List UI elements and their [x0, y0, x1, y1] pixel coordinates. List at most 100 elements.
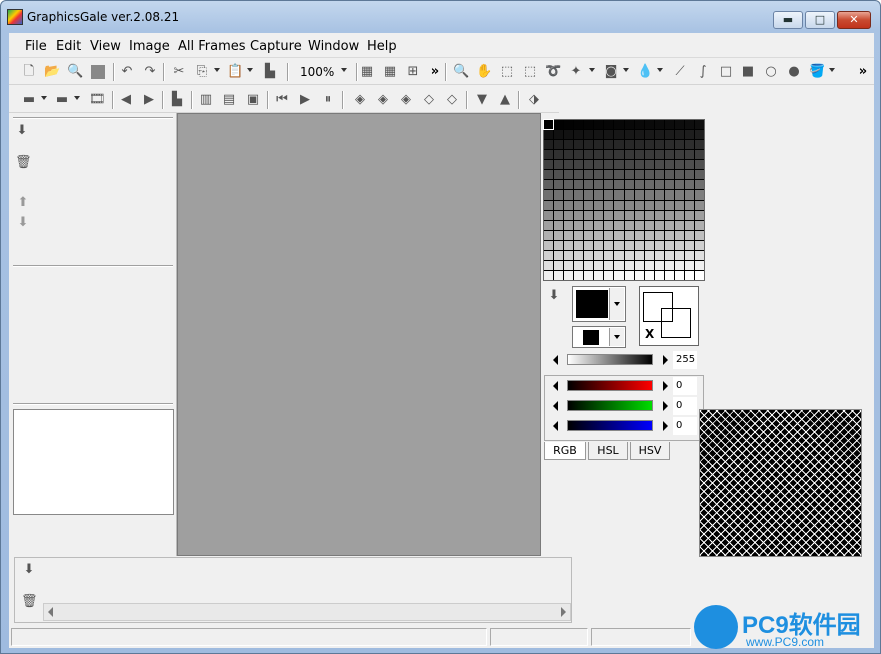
brightness-decrease-arrow[interactable]: [553, 355, 558, 365]
palette-cell[interactable]: [594, 220, 604, 230]
palette-cell[interactable]: [584, 250, 594, 260]
palette-cell[interactable]: [634, 190, 644, 200]
layer-icon[interactable]: ◈: [375, 92, 391, 108]
open-folder-icon[interactable]: 📂: [44, 64, 60, 80]
palette-cell[interactable]: [684, 170, 694, 180]
tab-rgb[interactable]: RGB: [544, 442, 586, 460]
palette-cell[interactable]: [674, 270, 684, 280]
palette-cell[interactable]: [554, 120, 564, 130]
palette-cell[interactable]: [564, 240, 574, 250]
foreground-dropdown-arrow[interactable]: [609, 288, 624, 320]
palette-cell[interactable]: [564, 220, 574, 230]
palette-cell[interactable]: [604, 120, 614, 130]
palette-cell[interactable]: [594, 190, 604, 200]
palette-cell[interactable]: [594, 160, 604, 170]
palette-cell[interactable]: [604, 190, 614, 200]
palette-cell[interactable]: [554, 150, 564, 160]
palette-cell[interactable]: [674, 210, 684, 220]
palette-cell[interactable]: [614, 160, 624, 170]
palette-cell[interactable]: [604, 210, 614, 220]
paste-icon[interactable]: 📋: [227, 64, 243, 80]
palette-cell[interactable]: [554, 260, 564, 270]
palette-cell[interactable]: [604, 240, 614, 250]
pin-icon[interactable]: ⬇: [14, 123, 30, 139]
brightness-increase-arrow[interactable]: [663, 355, 668, 365]
palette-cell[interactable]: [614, 190, 624, 200]
palette-cell[interactable]: [564, 260, 574, 270]
preview-panel[interactable]: [699, 409, 862, 557]
palette-cell[interactable]: [544, 260, 554, 270]
magic-wand-dropdown-arrow[interactable]: [589, 68, 595, 72]
palette-cell[interactable]: [614, 200, 624, 210]
palette-cell[interactable]: [694, 150, 704, 160]
palette-cell[interactable]: [674, 170, 684, 180]
palette-cell[interactable]: [564, 130, 574, 140]
palette-cell[interactable]: [542, 118, 555, 131]
palette-cell[interactable]: [694, 260, 704, 270]
dropper-icon[interactable]: 💧: [637, 64, 653, 80]
palette-cell[interactable]: [564, 200, 574, 210]
rect-select-icon[interactable]: ⬚: [499, 64, 515, 80]
palette-cell[interactable]: [664, 240, 674, 250]
move-down-icon[interactable]: ▼: [474, 92, 490, 108]
red-increase-arrow[interactable]: [663, 381, 668, 391]
palette-cell[interactable]: [614, 270, 624, 280]
add-layer-icon[interactable]: ◈: [352, 92, 368, 108]
palette-cell[interactable]: [694, 130, 704, 140]
green-increase-arrow[interactable]: [663, 401, 668, 411]
layer-thumbnail-box[interactable]: [13, 409, 174, 515]
layer-down-icon[interactable]: ◇: [421, 92, 437, 108]
scroll-right-arrow[interactable]: [561, 607, 566, 617]
palette-cell[interactable]: [554, 220, 564, 230]
tile-grid-icon[interactable]: ⊞: [405, 64, 421, 80]
palette-cell[interactable]: [544, 190, 554, 200]
palette-cell[interactable]: [694, 220, 704, 230]
tab-hsl[interactable]: HSL: [588, 442, 628, 460]
palette-cell[interactable]: [684, 130, 694, 140]
palette-cell[interactable]: [584, 230, 594, 240]
palette-cell[interactable]: [694, 240, 704, 250]
palette-cell[interactable]: [624, 220, 634, 230]
palette-cell[interactable]: [624, 180, 634, 190]
palette-cell[interactable]: [674, 150, 684, 160]
scroll-left-arrow[interactable]: [48, 607, 53, 617]
menu-edit[interactable]: Edit: [56, 39, 81, 54]
fill-select-icon[interactable]: ◙: [603, 64, 619, 80]
move-up-icon[interactable]: ▲: [497, 92, 513, 108]
palette-cell[interactable]: [664, 170, 674, 180]
play-icon[interactable]: ▶: [297, 92, 313, 108]
palette-cell[interactable]: [644, 180, 654, 190]
drawing-canvas[interactable]: [177, 113, 541, 556]
close-button[interactable]: ✕: [837, 11, 871, 29]
palette-cell[interactable]: [554, 230, 564, 240]
palette-cell[interactable]: [544, 160, 554, 170]
foreground-color-select[interactable]: [572, 286, 626, 322]
palette-cell[interactable]: [684, 180, 694, 190]
palette-cell[interactable]: [574, 190, 584, 200]
palette-cell[interactable]: [584, 200, 594, 210]
palette-cell[interactable]: [624, 150, 634, 160]
palette-cell[interactable]: [554, 180, 564, 190]
palette-cell[interactable]: [564, 150, 574, 160]
palette-cell[interactable]: [634, 270, 644, 280]
palette-cell[interactable]: [624, 140, 634, 150]
paste-new-icon[interactable]: ▙: [262, 64, 278, 80]
lasso-icon[interactable]: ➰: [545, 64, 561, 80]
palette-cell[interactable]: [654, 200, 664, 210]
palette-cell[interactable]: [694, 180, 704, 190]
palette-cell[interactable]: [574, 220, 584, 230]
palette-cell[interactable]: [604, 250, 614, 260]
palette-cell[interactable]: [644, 200, 654, 210]
palette-cell[interactable]: [564, 120, 574, 130]
palette-cell[interactable]: [674, 140, 684, 150]
palette-cell[interactable]: [684, 220, 694, 230]
palette-cell[interactable]: [654, 180, 664, 190]
copy-icon[interactable]: ⎘: [194, 64, 210, 80]
palette-cell[interactable]: [624, 270, 634, 280]
palette-cell[interactable]: [564, 190, 574, 200]
palette-cell[interactable]: [664, 130, 674, 140]
palette-cell[interactable]: [694, 230, 704, 240]
palette-cell[interactable]: [604, 160, 614, 170]
palette-cell[interactable]: [624, 200, 634, 210]
palette-cell[interactable]: [634, 260, 644, 270]
